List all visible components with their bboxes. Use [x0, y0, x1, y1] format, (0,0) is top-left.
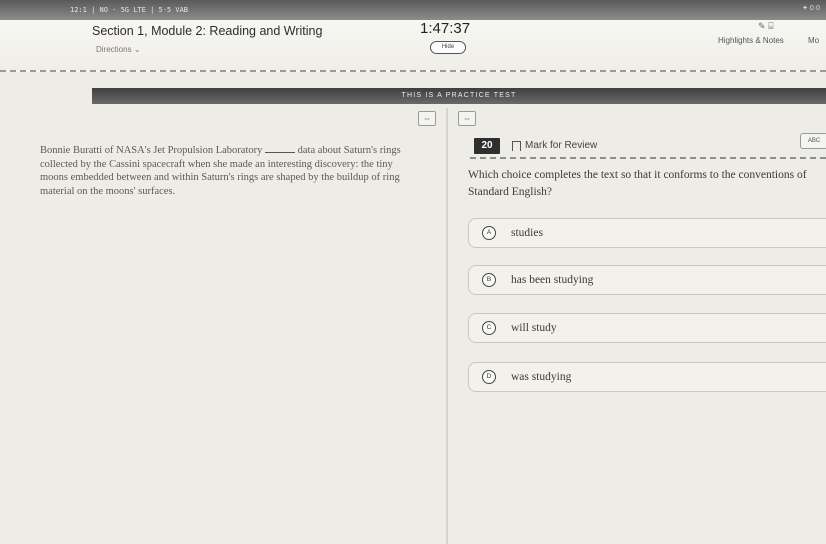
question-number: 20: [474, 138, 500, 154]
option-text: will study: [511, 322, 557, 334]
header-tools: ✎ ⌸: [758, 21, 773, 32]
option-letter: B: [482, 273, 496, 287]
option-text: has been studying: [511, 274, 594, 286]
more-button[interactable]: Mo: [808, 36, 819, 45]
chevron-down-icon: ⌄: [133, 45, 141, 54]
pane-divider[interactable]: [446, 108, 448, 544]
status-bar: 12:1 | NO · 5G LTE | 5·5 VAB ✦ 0·0: [0, 0, 826, 20]
option-text: was studying: [511, 371, 572, 383]
reading-passage: Bonnie Buratti of NASA's Jet Propulsion …: [40, 143, 420, 198]
answer-option-a[interactable]: A studies: [468, 218, 826, 248]
directions-label: Directions: [96, 45, 132, 54]
answer-option-d[interactable]: D was studying: [468, 362, 826, 392]
passage-blank: [265, 143, 295, 153]
practice-test-banner: THIS IS A PRACTICE TEST: [92, 88, 826, 104]
status-left-text: 12:1 | NO · 5G LTE | 5·5 VAB: [70, 6, 189, 14]
option-letter: A: [482, 226, 496, 240]
countdown-timer: 1:47:37: [420, 20, 471, 37]
status-right-text: ✦ 0·0: [802, 5, 820, 12]
annotate-icon[interactable]: ⌸: [768, 21, 773, 31]
bookmark-icon: [512, 140, 521, 151]
question-prompt: Which choice completes the text so that …: [468, 169, 807, 198]
option-letter: C: [482, 321, 496, 335]
answer-option-c[interactable]: C will study: [468, 313, 826, 343]
expand-left-button[interactable]: ⇔: [418, 111, 436, 126]
expand-right-button[interactable]: ⇔: [458, 111, 476, 126]
mark-for-review-label: Mark for Review: [525, 140, 598, 151]
question-header-divider: [470, 157, 826, 159]
option-text: studies: [511, 227, 543, 239]
answer-eliminator-button[interactable]: ABC: [800, 133, 826, 149]
answer-option-b[interactable]: B has been studying: [468, 265, 826, 295]
passage-text-start: Bonnie Buratti of NASA's Jet Propulsion …: [40, 145, 263, 156]
directions-toggle[interactable]: Directions ⌄: [96, 45, 141, 54]
option-letter: D: [482, 370, 496, 384]
hide-timer-button[interactable]: Hide: [430, 41, 466, 54]
mark-for-review-button[interactable]: Mark for Review: [512, 140, 597, 151]
section-title: Section 1, Module 2: Reading and Writing: [92, 24, 323, 38]
pen-icon[interactable]: ✎: [758, 21, 766, 31]
highlights-notes-button[interactable]: Highlights & Notes: [718, 36, 784, 45]
